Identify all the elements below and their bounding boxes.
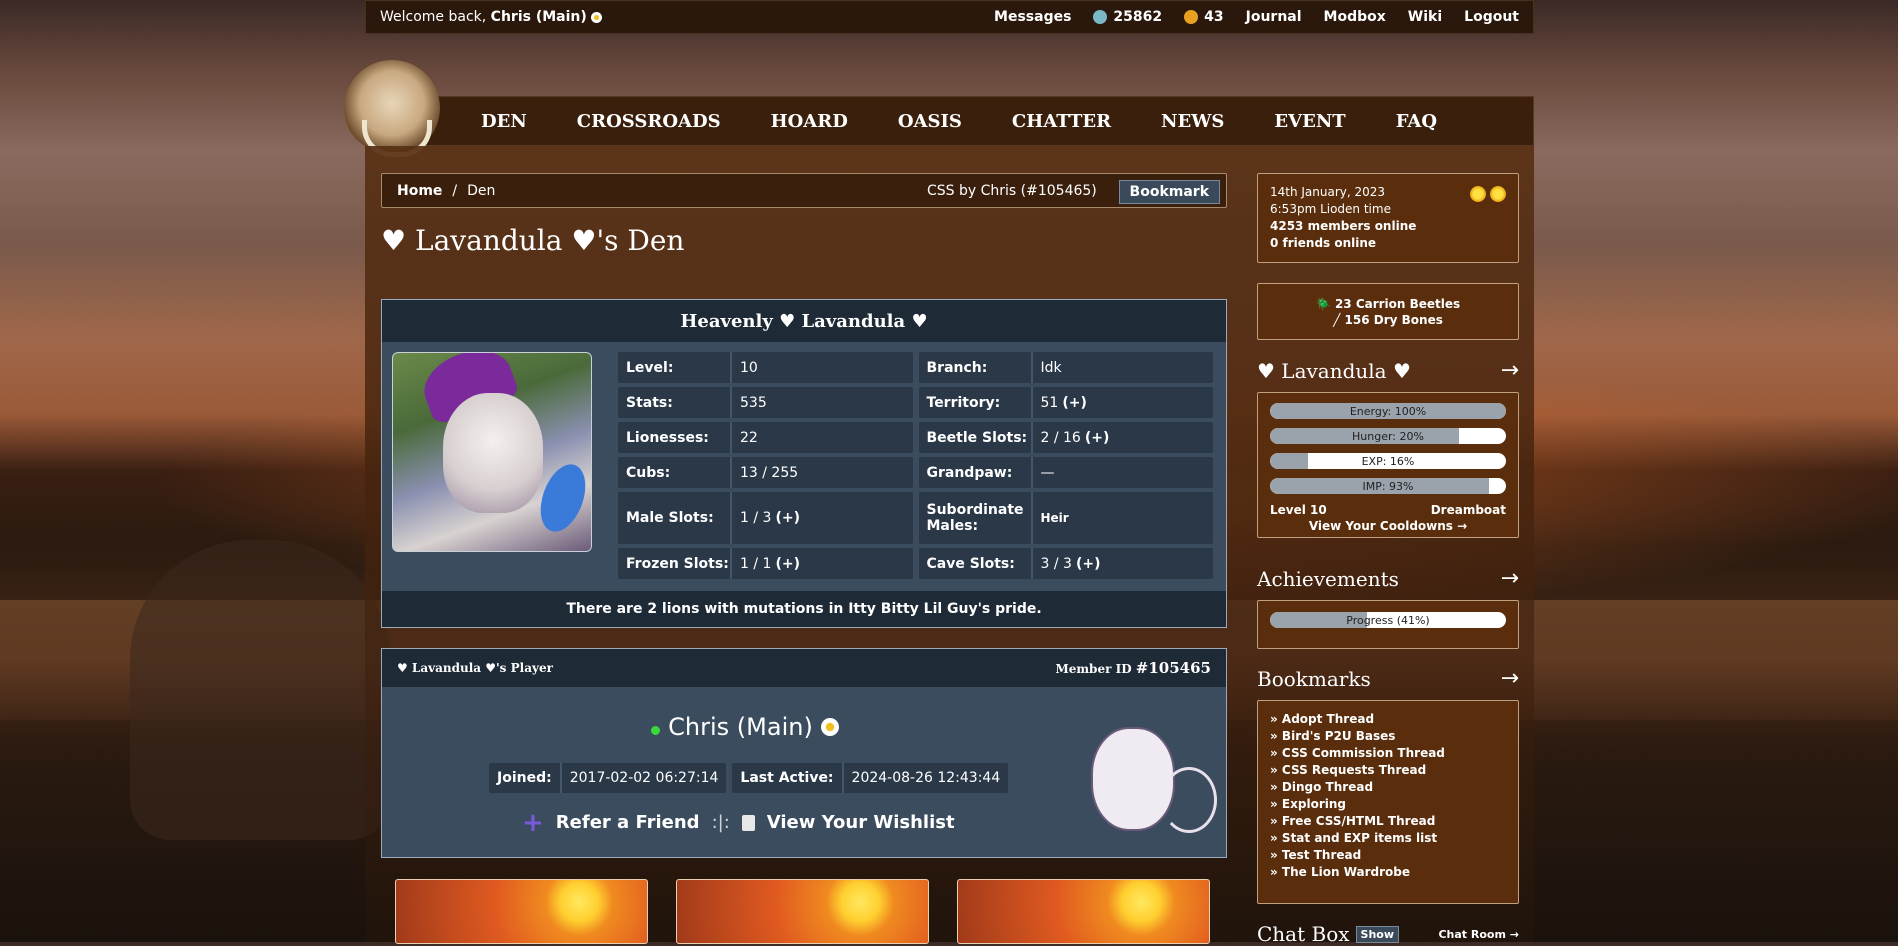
player-dates: Joined: 2017-02-02 06:27:14 Last Active: 2… <box>489 763 1009 793</box>
wishlist-link[interactable]: View Your Wishlist <box>767 812 955 833</box>
nav-oasis[interactable]: OASIS <box>898 111 962 132</box>
lion-stats: Level: 10 Branch: Idk Stats: 535 Territory:… <box>618 352 1213 579</box>
show-chat-button[interactable]: Show <box>1355 925 1400 943</box>
top-bar: Welcome back, Chris (Main) Messages 2586… <box>365 0 1534 34</box>
chat-box-header: Chat Box Show Chat Room → <box>1257 922 1519 946</box>
achievement-progress-bar: Progress (41%) <box>1270 612 1506 628</box>
bookmark-button[interactable]: Bookmark <box>1118 180 1220 204</box>
lion-image[interactable] <box>392 352 592 552</box>
den-thumbnail[interactable] <box>395 879 648 944</box>
site-logo[interactable] <box>344 60 440 157</box>
breadcrumb-current: Den <box>467 182 496 199</box>
add-territory-button[interactable]: (+) <box>1062 395 1087 411</box>
username-link[interactable]: Chris (Main) <box>491 9 587 25</box>
weather-icons <box>1470 186 1506 202</box>
members-online[interactable]: 4253 members online <box>1270 218 1506 235</box>
nav-faq[interactable]: FAQ <box>1396 111 1437 132</box>
lion-status-box: Energy: 100% Hunger: 20% EXP: 16% IMP: 9… <box>1257 392 1519 538</box>
chat-room-link[interactable]: Chat Room → <box>1438 928 1519 941</box>
refer-friend-link[interactable]: Refer a Friend <box>556 812 700 833</box>
online-status-icon <box>651 725 661 735</box>
cooldowns-link[interactable]: View Your Cooldowns → <box>1270 519 1506 533</box>
den-thumbnails <box>395 879 1210 944</box>
plus-icon: + <box>522 807 544 838</box>
lion-panel: Heavenly ♥ Lavandula ♥ Level: 10 Branch: I… <box>381 299 1227 628</box>
gold-beetle-icon <box>1184 10 1199 24</box>
exp-bar: EXP: 16% <box>1270 453 1506 469</box>
arrow-right-icon[interactable]: → <box>1501 358 1519 383</box>
scroll-icon <box>741 814 755 831</box>
achievements-title: Achievements → <box>1257 566 1519 591</box>
nav-chatter[interactable]: CHATTER <box>1012 111 1111 132</box>
currency-gb: 43 <box>1184 9 1224 25</box>
sun-icon <box>1490 186 1506 202</box>
player-name-link[interactable]: Chris (Main) <box>668 713 813 741</box>
css-credit[interactable]: CSS by Chris (#105465) <box>927 183 1097 199</box>
energy-bar: Energy: 100% <box>1270 403 1506 419</box>
sun-icon <box>1470 186 1486 202</box>
page-title: ♥ Lavandula ♥'s Den <box>381 224 685 257</box>
den-thumbnail[interactable] <box>676 879 929 944</box>
resource-box: 🪲 23 Carrion Beetles ╱ 156 Dry Bones <box>1257 283 1519 340</box>
silver-beetle-icon <box>1093 10 1108 24</box>
nav-crossroads[interactable]: CROSSROADS <box>577 111 721 132</box>
member-id: #105465 <box>1135 659 1211 677</box>
add-frozen-slot-button[interactable]: (+) <box>775 556 800 572</box>
date-box: 14th January, 2023 6:53pm Lioden time 42… <box>1257 173 1519 263</box>
bookmark-link[interactable]: » Test Thread <box>1270 847 1506 864</box>
breadcrumb-home[interactable]: Home <box>397 183 442 199</box>
journal-link[interactable]: Journal <box>1246 9 1302 25</box>
logout-link[interactable]: Logout <box>1464 9 1519 25</box>
player-links: + Refer a Friend :|: View Your Wishlist <box>522 807 955 838</box>
add-cave-slot-button[interactable]: (+) <box>1076 556 1101 572</box>
breadcrumb: Home / Den CSS by Chris (#105465) Bookma… <box>381 173 1227 208</box>
main-nav: DEN CROSSROADS HOARD OASIS CHATTER NEWS … <box>365 96 1534 146</box>
nav-den[interactable]: DEN <box>481 111 527 132</box>
bookmarks-box: » Adopt Thread » Bird's P2U Bases » CSS … <box>1257 700 1519 904</box>
bookmark-link[interactable]: » CSS Requests Thread <box>1270 762 1506 779</box>
bookmark-link[interactable]: » Dingo Thread <box>1270 779 1506 796</box>
modbox-link[interactable]: Modbox <box>1324 9 1386 25</box>
wiki-link[interactable]: Wiki <box>1408 9 1442 25</box>
currency-sb: 25862 <box>1093 9 1162 25</box>
player-panel: ♥ Lavandula ♥'s Player Member ID #105465… <box>381 648 1227 858</box>
flower-icon <box>591 11 603 23</box>
bone-icon: ╱ <box>1333 312 1341 327</box>
achievements-box: Progress (41%) <box>1257 600 1519 649</box>
nav-news[interactable]: NEWS <box>1161 111 1224 132</box>
player-avatar[interactable] <box>1071 707 1217 837</box>
arrow-right-icon[interactable]: → <box>1501 566 1519 591</box>
beetle-icon: 🪲 <box>1315 296 1331 311</box>
player-panel-header: ♥ Lavandula ♥'s Player Member ID #105465 <box>382 649 1226 687</box>
add-male-slot-button[interactable]: (+) <box>775 510 800 526</box>
lion-name[interactable]: Heavenly ♥ Lavandula ♥ <box>382 300 1226 342</box>
background-elephant <box>130 540 390 840</box>
welcome-text: Welcome back, Chris (Main) <box>366 9 994 25</box>
bookmark-link[interactable]: » Adopt Thread <box>1270 711 1506 728</box>
hunger-bar: Hunger: 20% <box>1270 428 1506 444</box>
imp-bar: IMP: 93% <box>1270 478 1506 494</box>
bookmark-link[interactable]: » Free CSS/HTML Thread <box>1270 813 1506 830</box>
bookmark-link[interactable]: » The Lion Wardrobe <box>1270 864 1506 881</box>
bookmark-link[interactable]: » Stat and EXP items list <box>1270 830 1506 847</box>
lion-rank: Dreamboat <box>1430 503 1506 517</box>
player-panel-title: ♥ Lavandula ♥'s Player <box>397 661 553 675</box>
den-thumbnail[interactable] <box>957 879 1210 944</box>
friends-online[interactable]: 0 friends online <box>1270 235 1506 252</box>
add-beetle-slot-button[interactable]: (+) <box>1085 430 1110 446</box>
nav-event[interactable]: EVENT <box>1274 111 1345 132</box>
messages-link[interactable]: Messages <box>994 9 1071 25</box>
lion-level: Level 10 <box>1270 503 1327 517</box>
bookmark-link[interactable]: » CSS Commission Thread <box>1270 745 1506 762</box>
mutation-note: There are 2 lions with mutations in Itty… <box>382 591 1226 627</box>
flower-icon <box>820 718 839 736</box>
bookmark-link[interactable]: » Bird's P2U Bases <box>1270 728 1506 745</box>
arrow-right-icon[interactable]: → <box>1501 666 1519 691</box>
lion-title: ♥ Lavandula ♥ → <box>1257 358 1519 383</box>
bookmark-link[interactable]: » Exploring <box>1270 796 1506 813</box>
nav-hoard[interactable]: HOARD <box>771 111 848 132</box>
bookmarks-title: Bookmarks → <box>1257 666 1519 691</box>
